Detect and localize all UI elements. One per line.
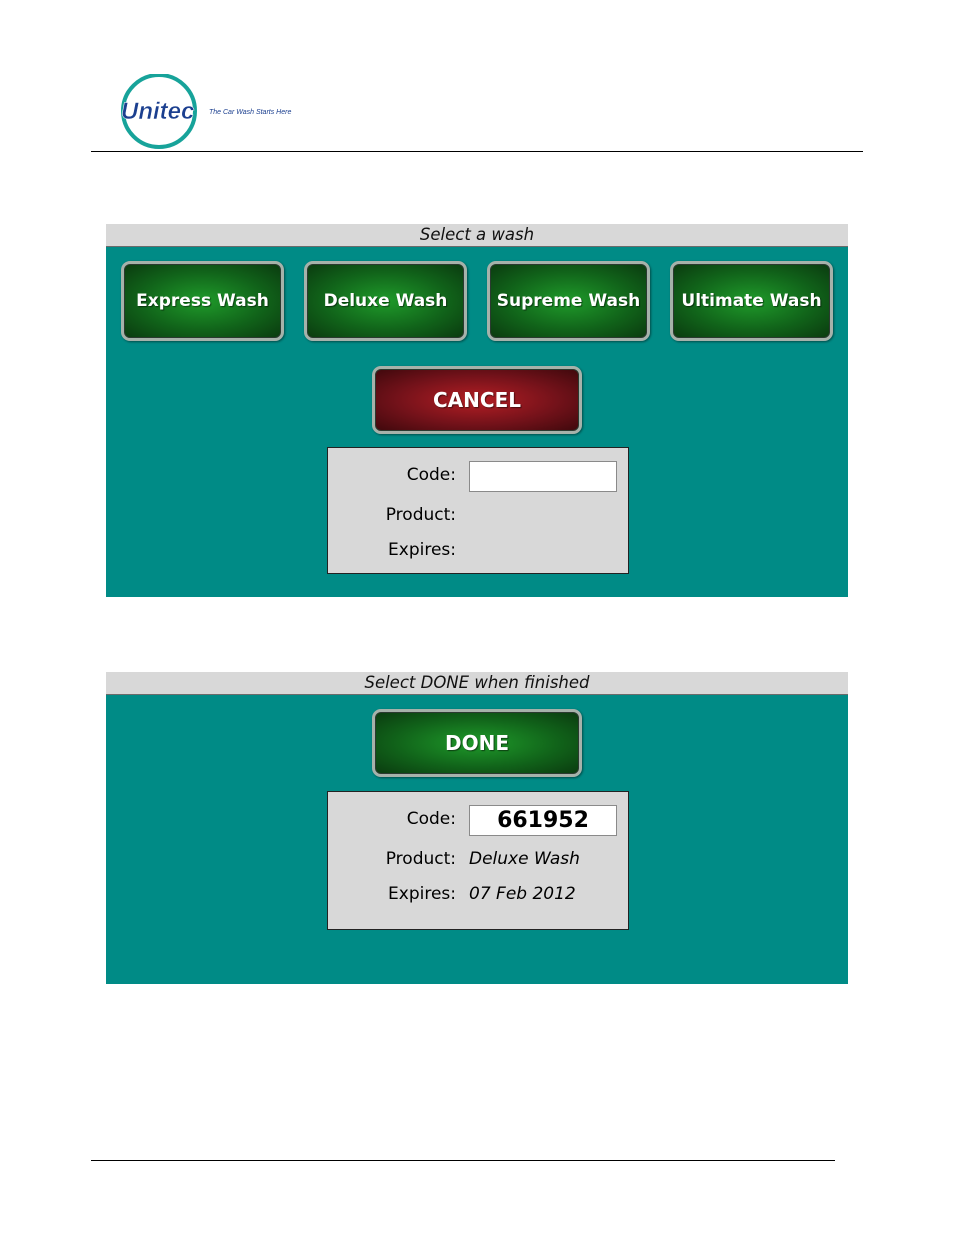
- code-label: Code:: [406, 809, 456, 829]
- ultimate-wash-button[interactable]: Ultimate Wash: [670, 261, 833, 341]
- product-label: Product:: [385, 505, 456, 525]
- express-wash-button[interactable]: Express Wash: [121, 261, 284, 341]
- select-wash-screen: Select a wash Express Wash Deluxe Wash S…: [106, 224, 848, 597]
- code-info-panel: Code: Product: Deluxe Wash Expires: 07 F…: [327, 791, 629, 930]
- product-row: Product:: [328, 502, 628, 528]
- done-screen: Select DONE when finished DONE Code: Pro…: [106, 672, 848, 984]
- unitec-logo: Unitec The Car Wash Starts Here: [118, 74, 308, 150]
- expires-row: Expires:: [328, 537, 628, 563]
- expires-label: Expires:: [388, 884, 456, 904]
- screen-title: Select DONE when finished: [106, 672, 848, 695]
- product-row: Product: Deluxe Wash: [328, 846, 628, 872]
- code-label: Code:: [406, 465, 456, 485]
- done-button[interactable]: DONE: [372, 709, 582, 777]
- supreme-wash-button[interactable]: Supreme Wash: [487, 261, 650, 341]
- expires-row: Expires: 07 Feb 2012: [328, 881, 628, 907]
- product-label: Product:: [385, 849, 456, 869]
- header-rule: [91, 151, 863, 152]
- code-row: Code:: [328, 461, 628, 492]
- code-input[interactable]: [469, 461, 617, 492]
- expires-label: Expires:: [388, 540, 456, 560]
- footer-rule: [91, 1160, 835, 1161]
- svg-text:Unitec: Unitec: [121, 98, 194, 125]
- code-input[interactable]: [469, 805, 617, 836]
- svg-text:The Car Wash Starts Here: The Car Wash Starts Here: [209, 109, 291, 116]
- expires-value: 07 Feb 2012: [469, 884, 576, 904]
- deluxe-wash-button[interactable]: Deluxe Wash: [304, 261, 467, 341]
- cancel-button[interactable]: CANCEL: [372, 366, 582, 434]
- code-info-panel: Code: Product: Expires:: [327, 447, 629, 574]
- code-row: Code:: [328, 805, 628, 836]
- screen-title: Select a wash: [106, 224, 848, 247]
- product-value: Deluxe Wash: [469, 849, 580, 869]
